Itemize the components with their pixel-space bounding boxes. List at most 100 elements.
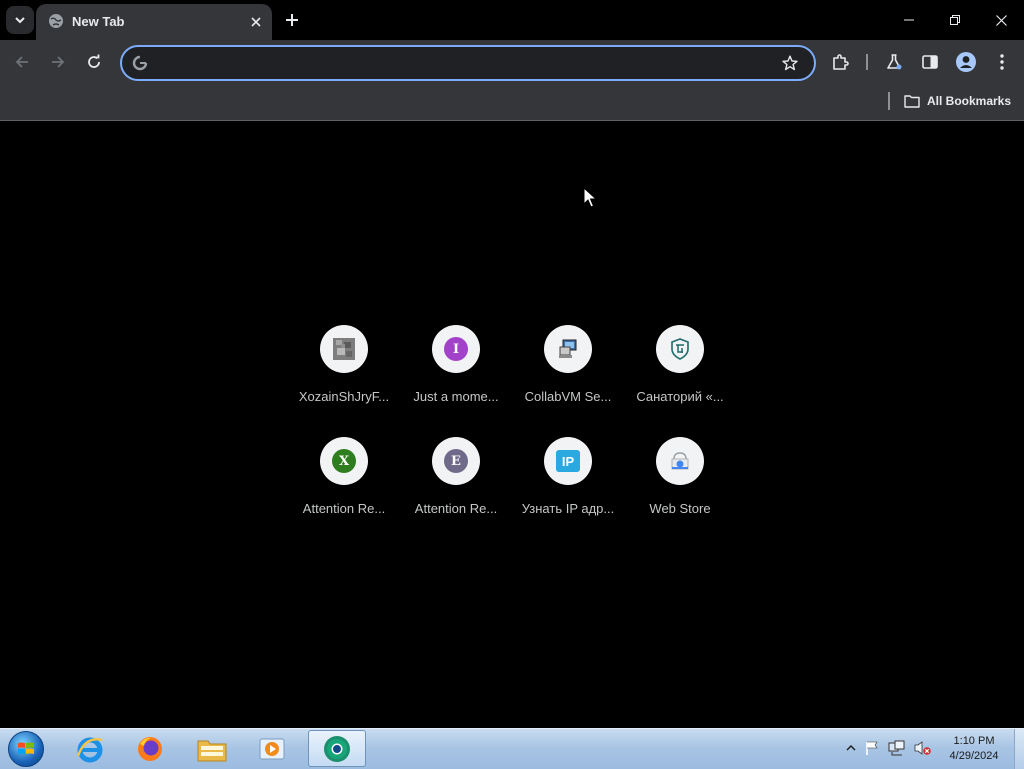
shortcut-tile[interactable]: Санаторий «... <box>624 325 736 437</box>
reload-button[interactable] <box>80 48 108 76</box>
profile-button[interactable] <box>952 48 980 76</box>
omnibox[interactable] <box>120 45 816 81</box>
shortcut-icon-circle <box>656 437 704 485</box>
avatar-icon <box>956 52 976 72</box>
taskbar-internet-explorer[interactable] <box>62 730 118 767</box>
all-bookmarks-label: All Bookmarks <box>927 94 1012 108</box>
close-icon <box>251 17 261 27</box>
shortcut-label: Attention Re... <box>414 501 498 516</box>
shortcut-label: Just a mome... <box>413 389 499 404</box>
internet-explorer-icon <box>76 737 103 762</box>
clock[interactable]: 1:10 PM 4/29/2024 <box>936 734 1012 764</box>
folder-icon <box>197 740 227 761</box>
address-input[interactable] <box>156 47 770 81</box>
taskbar: 1:10 PM 4/29/2024 <box>0 728 1024 769</box>
reload-icon <box>88 54 100 68</box>
network-icon[interactable] <box>888 740 906 756</box>
new-tab-page: XozainShJryF... I Just a mome... CollabV… <box>0 121 1024 728</box>
chevron-down-icon <box>15 17 25 24</box>
taskbar-file-explorer[interactable] <box>184 730 240 767</box>
forward-button[interactable] <box>44 48 72 76</box>
shortcut-icon-circle: X <box>320 437 368 485</box>
shortcut-icon-circle <box>320 325 368 373</box>
back-button[interactable] <box>8 48 36 76</box>
shortcut-icon-circle: I <box>432 325 480 373</box>
shortcut-label: Санаторий «... <box>636 389 724 404</box>
plus-icon <box>286 14 298 26</box>
shortcut-tile[interactable]: I Just a mome... <box>400 325 512 437</box>
mouse-cursor-icon <box>583 187 597 208</box>
star-icon <box>782 55 798 71</box>
shortcut-label: Узнать IP адр... <box>521 501 615 516</box>
shortcut-label: CollabVM Se... <box>524 389 612 404</box>
media-player-icon <box>259 738 285 759</box>
ip-icon: IP <box>556 450 580 472</box>
shortcut-tile[interactable]: CollabVM Se... <box>512 325 624 437</box>
letter-e-icon: E <box>444 449 468 473</box>
bookmarks-bar: All Bookmarks <box>0 84 1024 121</box>
shortcut-label: XozainShJryF... <box>298 389 390 404</box>
arrow-left-icon <box>15 56 28 68</box>
system-tray <box>846 737 932 759</box>
side-panel-icon <box>922 55 938 69</box>
tab-new-tab[interactable]: New Tab <box>36 4 272 40</box>
restore-button[interactable] <box>932 4 978 36</box>
arrow-right-icon <box>52 56 65 68</box>
computer-icon <box>559 339 577 358</box>
shortcut-tile[interactable]: XozainShJryF... <box>288 325 400 437</box>
show-hidden-icons-icon[interactable] <box>846 743 856 753</box>
restore-icon <box>950 15 960 25</box>
more-vertical-icon <box>1000 54 1004 70</box>
new-tab-button[interactable] <box>280 8 304 32</box>
taskbar-chrome[interactable] <box>308 730 366 767</box>
shortcut-icon-circle <box>544 325 592 373</box>
shortcut-tile[interactable]: IP Узнать IP адр... <box>512 437 624 549</box>
shortcut-label: Attention Re... <box>302 501 386 516</box>
bookmarks-separator <box>888 92 890 110</box>
google-g-icon <box>132 55 148 71</box>
tab-close-button[interactable] <box>246 12 266 32</box>
side-panel-button[interactable] <box>916 48 944 76</box>
chrome-canary-icon <box>324 735 350 762</box>
close-icon <box>995 14 1007 26</box>
shortcut-icon-circle: IP <box>544 437 592 485</box>
tab-strip: New Tab <box>0 0 1024 40</box>
close-window-button[interactable] <box>978 4 1024 36</box>
folder-icon <box>904 95 920 108</box>
extensions-button[interactable] <box>826 48 854 76</box>
globe-icon <box>49 14 63 28</box>
puzzle-icon <box>833 54 849 70</box>
letter-x-icon: X <box>332 449 356 473</box>
labs-button[interactable] <box>880 48 908 76</box>
shortcut-icon-circle: E <box>432 437 480 485</box>
shortcut-label: Web Store <box>649 501 711 516</box>
start-button[interactable] <box>6 730 46 768</box>
shortcut-icon-circle <box>656 325 704 373</box>
bookmark-star-button[interactable] <box>780 53 800 73</box>
taskbar-firefox[interactable] <box>122 730 178 767</box>
letter-i-icon: I <box>444 337 468 361</box>
taskbar-media-player[interactable] <box>244 730 300 767</box>
show-desktop-button[interactable] <box>1014 729 1024 769</box>
windows-logo-icon <box>8 731 44 767</box>
clock-time: 1:10 PM <box>953 735 995 747</box>
action-center-flag-icon[interactable] <box>864 740 880 756</box>
web-store-icon <box>671 452 689 470</box>
shield-emblem-icon <box>671 338 689 360</box>
firefox-icon <box>138 736 162 761</box>
minimize-icon <box>904 19 914 21</box>
tab-title: New Tab <box>72 14 125 29</box>
menu-button[interactable] <box>988 48 1016 76</box>
flask-icon <box>887 54 902 70</box>
minimize-button[interactable] <box>886 4 932 36</box>
shortcut-tile[interactable]: E Attention Re... <box>400 437 512 549</box>
toolbar-separator <box>866 54 868 70</box>
clock-date: 4/29/2024 <box>949 750 999 762</box>
toolbar <box>0 40 1024 84</box>
all-bookmarks-button[interactable]: All Bookmarks <box>904 90 1011 112</box>
shortcut-tile[interactable]: Web Store <box>624 437 736 549</box>
tab-search-button[interactable] <box>6 6 34 34</box>
volume-muted-icon[interactable] <box>914 740 932 756</box>
shortcut-tile[interactable]: X Attention Re... <box>288 437 400 549</box>
grey-pixel-favicon-icon <box>333 338 355 360</box>
